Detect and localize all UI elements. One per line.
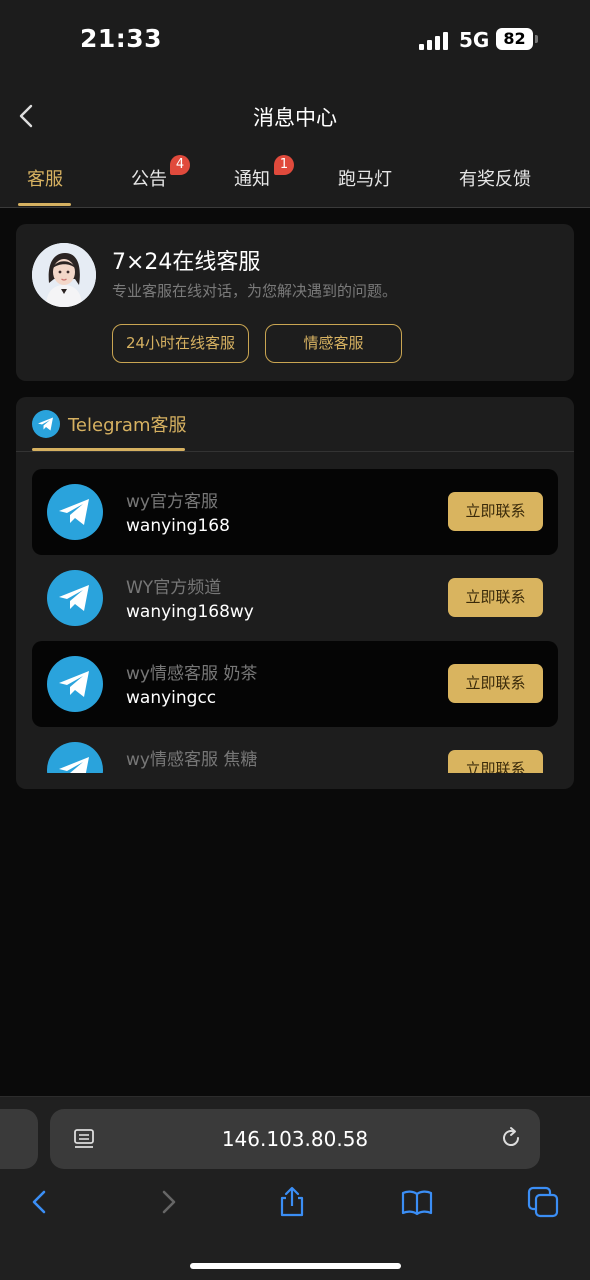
battery-tip [535, 35, 538, 43]
notifications-badge: 1 [274, 155, 294, 175]
contact-now-button[interactable]: 立即联系 [448, 578, 543, 617]
emotional-service-button[interactable]: 情感客服 [265, 324, 402, 363]
tab-feedback[interactable]: 有奖反馈 [459, 152, 531, 208]
telegram-section-header: Telegram客服 [16, 397, 574, 452]
tab-announcements[interactable]: 公告 [131, 152, 167, 208]
tab-bar: 客服 公告 4 通知 1 跑马灯 有奖反馈 [0, 152, 590, 208]
forward-arrow-icon[interactable] [151, 1185, 185, 1219]
status-bar: 21:33 5G 82 [0, 0, 590, 80]
tabs-icon[interactable] [526, 1185, 560, 1219]
tab-marquee[interactable]: 跑马灯 [338, 152, 392, 208]
telegram-icon [47, 570, 103, 626]
back-arrow-icon[interactable] [23, 1185, 57, 1219]
announcements-badge: 4 [170, 155, 190, 175]
telegram-service-card: Telegram客服 wy官方客服 wanying168 立即联系 WY官方频道… [16, 397, 574, 789]
contact-now-button[interactable]: 立即联系 [448, 750, 543, 773]
contact-name: wy情感客服 奶茶 [126, 664, 258, 684]
telegram-icon [32, 410, 60, 438]
signal-strength-icon [419, 30, 449, 50]
contact-row: WY官方频道 wanying168wy 立即联系 [32, 555, 558, 641]
contact-handle: wanying168wy [126, 602, 254, 622]
status-time: 21:33 [80, 24, 163, 53]
share-icon[interactable] [275, 1185, 309, 1219]
contact-now-button[interactable]: 立即联系 [448, 492, 543, 531]
telegram-icon [47, 656, 103, 712]
reload-icon[interactable] [498, 1125, 524, 1151]
contact-now-button[interactable]: 立即联系 [448, 664, 543, 703]
telegram-section-label: Telegram客服 [68, 415, 187, 436]
agent-avatar [32, 243, 96, 307]
bookmarks-icon[interactable] [400, 1185, 434, 1219]
24h-service-button[interactable]: 24小时在线客服 [112, 324, 249, 363]
contact-handle: wanyingcc [126, 688, 217, 708]
previous-tab-preview[interactable] [0, 1109, 38, 1169]
url-text: 146.103.80.58 [221, 1127, 369, 1151]
telegram-section-underline [32, 448, 185, 451]
contact-name: wy情感客服 焦糖 [126, 750, 258, 770]
service-title: 7×24在线客服 [112, 250, 261, 275]
address-bar[interactable]: 146.103.80.58 [50, 1109, 540, 1169]
home-indicator[interactable] [190, 1263, 401, 1269]
service-subtitle: 专业客服在线对话，为您解决遇到的问题。 [112, 282, 398, 300]
tab-notifications[interactable]: 通知 [234, 152, 270, 208]
contact-row: wy情感客服 焦糖 立即联系 [32, 727, 558, 773]
telegram-icon [47, 742, 103, 773]
contact-name: wy官方客服 [126, 492, 218, 512]
browser-toolbar: 146.103.80.58 [0, 1096, 590, 1280]
active-tab-indicator [18, 203, 71, 206]
contact-handle: wanying168 [126, 516, 230, 536]
contact-row: wy官方客服 wanying168 立即联系 [32, 469, 558, 555]
contact-name: WY官方频道 [126, 578, 222, 598]
network-type: 5G [459, 28, 490, 52]
battery-icon: 82 [496, 28, 533, 50]
contact-list: wy官方客服 wanying168 立即联系 WY官方频道 wanying168… [32, 469, 558, 773]
telegram-icon [47, 484, 103, 540]
tab-customer-service[interactable]: 客服 [27, 152, 63, 208]
nav-bar: 消息中心 [0, 80, 590, 152]
contact-row: wy情感客服 奶茶 wanyingcc 立即联系 [32, 641, 558, 727]
page-title: 消息中心 [253, 106, 337, 130]
online-service-card: 7×24在线客服 专业客服在线对话，为您解决遇到的问题。 24小时在线客服 情感… [16, 224, 574, 381]
